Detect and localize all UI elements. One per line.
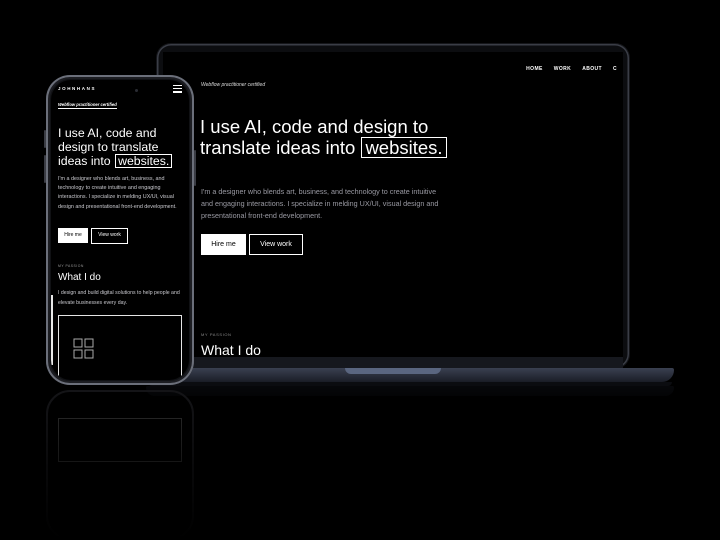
passion-eyebrow: MY PASSION [58,264,84,268]
reflection-fade [0,386,720,540]
laptop-chin [163,357,623,368]
what-i-do-heading: What I do [58,272,101,283]
certification-label: Webflow practitioner certified [58,102,117,109]
laptop-nav: HOME WORK ABOUT C [526,66,617,72]
hero-paragraph: I'm a designer who blends art, business,… [201,187,439,220]
what-i-do-text: I design and build digital solutions to … [58,290,180,306]
certification-label: Webflow practitioner certified [201,82,266,88]
what-i-do-heading: What I do [201,342,261,357]
phone-screen: JOHNHANS Webflow practitioner certified … [51,80,189,380]
view-work-button[interactable]: View work [91,228,128,244]
view-work-button[interactable]: View work [249,234,303,255]
hero-paragraph: I'm a designer who blends art, business,… [58,176,177,210]
nav-about-link[interactable]: ABOUT [582,66,602,72]
grid-layout-icon [73,338,94,359]
nav-home-link[interactable]: HOME [526,66,543,72]
passion-eyebrow: MY PASSION [201,332,232,337]
hero-headline-highlight: websites. [115,154,173,168]
phone-side-button [194,150,196,186]
scrollbar[interactable] [51,295,53,365]
nav-contact-link[interactable]: C [613,66,617,72]
site-logo[interactable]: JOHNHANS [58,86,96,91]
laptop-notch [345,368,441,374]
service-card[interactable] [58,315,182,380]
hero-headline: I use AI, code and design to translate i… [200,116,460,158]
laptop-screen: HOME WORK ABOUT C Webflow practitioner c… [163,52,623,357]
nav-work-link[interactable]: WORK [554,66,571,72]
hire-me-button[interactable]: Hire me [201,234,246,255]
device-mockup-scene: HOME WORK ABOUT C Webflow practitioner c… [0,0,720,540]
phone-camera [135,89,138,92]
hamburger-menu-icon[interactable] [173,85,182,93]
hero-headline-highlight: websites. [361,137,447,158]
hero-headline: I use AI, code and design to translate i… [58,126,186,168]
hire-me-button[interactable]: Hire me [58,228,88,243]
